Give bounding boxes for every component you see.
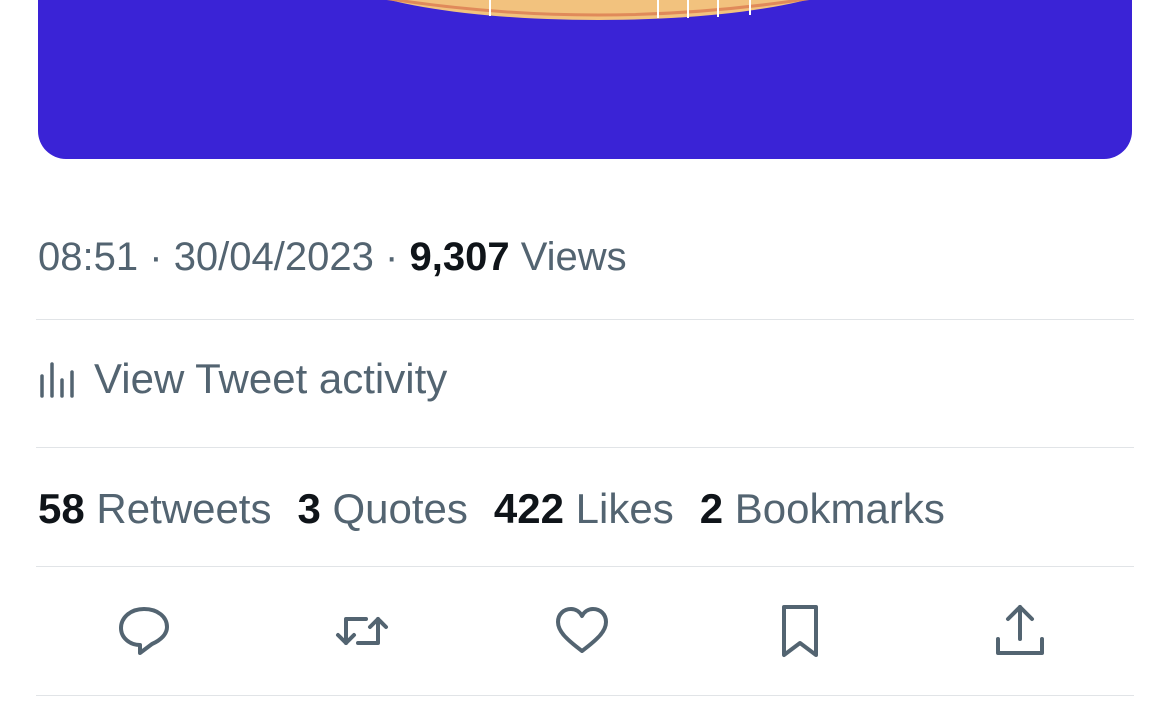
bookmarks-count: 2 <box>699 485 724 532</box>
likes-count: 422 <box>493 485 564 532</box>
retweets-count: 58 <box>38 485 85 532</box>
bookmarks-label: Bookmarks <box>734 485 945 532</box>
retweet-button[interactable] <box>327 596 397 666</box>
retweets-stat[interactable]: 58 Retweets <box>38 482 271 536</box>
retweet-icon <box>336 617 388 645</box>
tweet-timestamp-views: 08:51 · 30/04/2023 · 9,307 Views <box>38 232 627 282</box>
bookmark-icon <box>782 605 818 657</box>
views-label: Views <box>520 235 627 279</box>
media-illustration <box>386 0 810 20</box>
share-button[interactable] <box>985 596 1055 666</box>
quotes-count: 3 <box>297 485 321 532</box>
view-tweet-activity-link[interactable]: View Tweet activity <box>38 352 447 406</box>
tweet-media-image[interactable] <box>38 0 1132 159</box>
like-button[interactable] <box>547 596 617 666</box>
analytics-icon <box>40 362 74 398</box>
quotes-stat[interactable]: 3 Quotes <box>297 482 467 536</box>
like-icon <box>556 607 608 653</box>
meta-separator: · <box>385 235 399 279</box>
view-tweet-activity-label: View Tweet activity <box>94 355 448 402</box>
tweet-time: 08:51 <box>38 235 139 279</box>
reply-button[interactable] <box>109 596 179 666</box>
likes-label: Likes <box>575 485 674 532</box>
bookmarks-stat[interactable]: 2 Bookmarks <box>700 482 945 536</box>
bookmark-button[interactable] <box>765 596 835 666</box>
divider <box>36 447 1134 448</box>
tweet-action-bar <box>0 596 1170 666</box>
retweets-label: Retweets <box>96 485 272 532</box>
quotes-label: Quotes <box>332 485 468 532</box>
reply-icon <box>119 607 169 655</box>
likes-stat[interactable]: 422 Likes <box>494 482 674 536</box>
divider <box>36 566 1134 567</box>
engagement-stats: 58 Retweets 3 Quotes 422 Likes 2 Bookmar… <box>38 482 971 536</box>
meta-separator: · <box>149 235 163 279</box>
divider <box>36 695 1134 696</box>
views-count: 9,307 <box>409 235 510 279</box>
share-icon <box>996 605 1044 655</box>
divider <box>36 319 1134 320</box>
tweet-date: 30/04/2023 <box>173 235 374 279</box>
